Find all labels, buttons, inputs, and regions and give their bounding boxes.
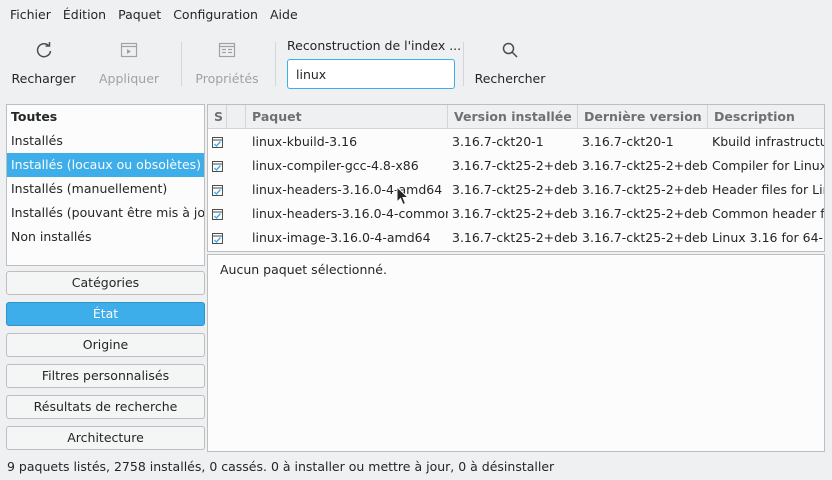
apply-label: Appliquer xyxy=(98,71,160,86)
cell-installed-version: 3.16.7-ckt25-2+deb8u3 xyxy=(452,158,578,173)
details-text: Aucun paquet sélectionné. xyxy=(220,262,387,277)
status-bar: 9 paquets listés, 2758 installés, 0 cass… xyxy=(7,459,555,474)
search-icon xyxy=(498,38,522,62)
installed-package-icon[interactable] xyxy=(208,202,227,226)
column-header-installed-version[interactable]: Version installée xyxy=(448,105,578,129)
table-header: S Paquet Version installée Dernière vers… xyxy=(208,105,824,129)
toolbar-separator xyxy=(463,42,464,86)
toolbar-separator xyxy=(181,42,182,86)
search-button[interactable]: Rechercher xyxy=(473,38,547,90)
installed-package-icon[interactable] xyxy=(208,178,227,202)
table-row[interactable]: linux-headers-3.16.0-4-common 3.16.7-ckt2… xyxy=(208,202,824,226)
filter-item-upgradable[interactable]: Installés (pouvant être mis à jour) xyxy=(7,201,204,225)
menu-paquet[interactable]: Paquet xyxy=(112,0,167,30)
apply-icon xyxy=(117,38,141,62)
filter-item-installed-local-obsolete[interactable]: Installés (locaux ou obsolètes) xyxy=(7,153,204,177)
origin-button[interactable]: Origine xyxy=(6,333,205,357)
cell-description: Header files for Linux 3.16.0-4-amd64 xyxy=(712,182,824,197)
mouse-cursor-icon xyxy=(396,186,410,206)
filter-item-installed[interactable]: Installés xyxy=(7,129,204,153)
installed-package-icon[interactable] xyxy=(208,226,227,250)
filter-item-installed-manual[interactable]: Installés (manuellement) xyxy=(7,177,204,201)
cell-package: linux-headers-3.16.0-4-amd64 xyxy=(252,182,443,197)
filter-item-all[interactable]: Toutes xyxy=(7,105,204,129)
reload-label: Recharger xyxy=(11,71,76,86)
cell-description: Kbuild infrastructure for Linux 3.16 xyxy=(712,134,824,149)
cell-latest-version: 3.16.7-ckt25-2+deb8u3 xyxy=(582,206,708,221)
package-table: S Paquet Version installée Dernière vers… xyxy=(207,104,825,252)
categories-button[interactable]: Catégories xyxy=(6,271,205,295)
installed-package-icon[interactable] xyxy=(208,154,227,178)
menu-aide[interactable]: Aide xyxy=(264,0,304,30)
search-status-label: Reconstruction de l'index ... xyxy=(287,38,462,53)
column-header-package[interactable]: Paquet xyxy=(246,105,448,129)
filter-list: Toutes Installés Installés (locaux ou ob… xyxy=(6,104,205,266)
apply-button[interactable]: Appliquer xyxy=(96,38,162,90)
table-row[interactable]: linux-kbuild-3.16 3.16.7-ckt20-1 3.16.7-ck… xyxy=(208,130,824,154)
cell-installed-version: 3.16.7-ckt25-2+deb8u3 xyxy=(452,206,578,221)
custom-filters-button[interactable]: Filtres personnalisés xyxy=(6,364,205,388)
cell-package: linux-headers-3.16.0-4-common xyxy=(252,206,448,221)
cell-description: Linux 3.16 for 64-bit PCs xyxy=(712,230,824,245)
cell-description: Common header files for Linux 3.16.0-4 xyxy=(712,206,825,221)
table-row[interactable]: linux-compiler-gcc-4.8-x86 3.16.7-ckt25-2… xyxy=(208,154,824,178)
column-header-latest-version[interactable]: Dernière version xyxy=(578,105,708,129)
column-header-description[interactable]: Description xyxy=(708,105,824,129)
filter-item-not-installed[interactable]: Non installés xyxy=(7,225,204,249)
cell-description: Compiler for Linux on x86 xyxy=(712,158,825,173)
table-row[interactable]: linux-headers-3.16.0-4-amd64 3.16.7-ckt25… xyxy=(208,178,824,202)
menu-configuration[interactable]: Configuration xyxy=(167,0,264,30)
cell-package: linux-kbuild-3.16 xyxy=(252,134,358,149)
properties-label: Propriétés xyxy=(195,71,259,86)
cell-package: linux-compiler-gcc-4.8-x86 xyxy=(252,158,419,173)
properties-icon xyxy=(215,38,239,62)
installed-package-icon[interactable] xyxy=(208,130,227,154)
cell-latest-version: 3.16.7-ckt25-2+deb8u3 xyxy=(582,230,708,245)
reload-icon xyxy=(32,38,56,62)
table-row[interactable]: linux-image-3.16.0-4-amd64 3.16.7-ckt25-2… xyxy=(208,226,824,250)
architecture-button[interactable]: Architecture xyxy=(6,426,205,450)
properties-button[interactable]: Propriétés xyxy=(194,38,260,90)
package-details-panel: Aucun paquet sélectionné. xyxy=(207,254,825,452)
menu-edition[interactable]: Édition xyxy=(57,0,112,30)
menubar: Fichier Édition Paquet Configuration Aid… xyxy=(0,0,832,30)
search-results-button[interactable]: Résultats de recherche xyxy=(6,395,205,419)
cell-installed-version: 3.16.7-ckt20-1 xyxy=(452,134,544,149)
search-button-label: Rechercher xyxy=(474,71,546,86)
column-header-support[interactable] xyxy=(227,105,246,129)
status-button[interactable]: État xyxy=(6,302,205,326)
cell-latest-version: 3.16.7-ckt25-2+deb8u3 xyxy=(582,158,708,173)
menu-fichier[interactable]: Fichier xyxy=(4,0,57,30)
cell-latest-version: 3.16.7-ckt25-2+deb8u3 xyxy=(582,182,708,197)
toolbar-separator xyxy=(275,42,276,86)
cell-latest-version: 3.16.7-ckt20-1 xyxy=(582,134,674,149)
cell-installed-version: 3.16.7-ckt25-2+deb8u3 xyxy=(452,230,578,245)
cell-installed-version: 3.16.7-ckt25-2+deb8u3 xyxy=(452,182,578,197)
column-header-status[interactable]: S xyxy=(208,105,227,129)
search-input[interactable] xyxy=(287,59,455,89)
cell-package: linux-image-3.16.0-4-amd64 xyxy=(252,230,431,245)
reload-button[interactable]: Recharger xyxy=(8,38,79,90)
